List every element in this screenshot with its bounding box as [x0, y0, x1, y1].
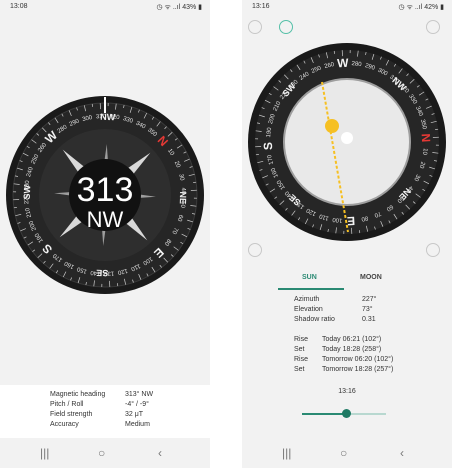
event-time: Tomorrow 06:20 (102°)	[322, 356, 394, 363]
cardinal-label: NE	[178, 191, 188, 204]
info-label: Pitch / Roll	[50, 401, 84, 408]
add-icon[interactable]	[426, 20, 440, 34]
sun-screen: 13:16 ◷ ᯤ ..ıl 42% ▮ 10 20 30 40 50 60 70 80 100…	[242, 0, 452, 468]
cardinal-label: NW	[100, 112, 116, 123]
shadow-ratio-label: Shadow ratio	[294, 316, 335, 323]
slider-thumb[interactable]	[342, 409, 351, 418]
info-row: Pitch / Roll -4° / -9°	[0, 401, 210, 410]
azimuth-label: Azimuth	[294, 296, 320, 303]
status-time: 13:16	[252, 3, 270, 10]
heading-degrees: 313	[77, 171, 134, 209]
tab-moon[interactable]: MOON	[360, 274, 382, 281]
elevation-value: 73°	[362, 306, 373, 313]
sun-event-row: Rise Tomorrow 06:20 (102°)	[242, 356, 452, 365]
info-label: Field strength	[50, 411, 93, 418]
event-time: Today 18:28 (258°)	[322, 346, 382, 353]
cardinal-label: E	[347, 214, 356, 228]
camera-icon[interactable]	[248, 243, 262, 257]
info-row: Accuracy Medium	[0, 421, 210, 430]
info-value: 32 μT	[125, 411, 144, 418]
system-nav-bar: ||| ○ ‹	[242, 438, 452, 468]
shadow-ratio-value: 0.31	[362, 316, 376, 323]
info-value: 313° NW	[125, 391, 154, 398]
cardinal-label: W	[337, 56, 350, 71]
chevron-down-icon[interactable]	[426, 243, 440, 257]
sun-event-row: Rise Today 06:21 (102°)	[242, 336, 452, 345]
sun-event-row: Set Today 18:28 (258°)	[242, 346, 452, 355]
event-type: Set	[294, 366, 305, 373]
cardinal-label: N	[419, 133, 433, 142]
sun-icon	[325, 119, 339, 133]
azimuth-value: 227°	[362, 296, 377, 303]
info-row: Field strength 32 μT	[0, 411, 210, 420]
sun-moon-tabs: SUN MOON	[242, 268, 452, 292]
sun-event-row: Set Tomorrow 18:28 (257°)	[242, 366, 452, 375]
compass-mode-icon[interactable]	[279, 20, 293, 34]
cardinal-label: SW	[22, 184, 33, 199]
moon-icon	[341, 132, 353, 144]
compass-dial[interactable]: 1020304050607080100110120130140150160170…	[5, 95, 205, 295]
event-time: Tomorrow 18:28 (257°)	[322, 366, 394, 373]
sun-row: Elevation 73°	[242, 306, 452, 315]
home-icon[interactable]: ○	[98, 446, 105, 460]
status-indicators: ◷ ᯤ ..ıl 43% ▮	[156, 4, 202, 11]
info-value: -4° / -9°	[125, 401, 149, 408]
info-value: Medium	[125, 421, 150, 428]
recent-apps-icon[interactable]: |||	[40, 446, 49, 460]
screenshot-pair: 13:08 ◷ ᯤ ..ıl 43% ▮ 10 20 30 40 50 60 70 80 100…	[0, 0, 452, 468]
compass-screen: 13:08 ◷ ᯤ ..ıl 43% ▮ 10 20 30 40 50 60 70 80 100…	[0, 0, 210, 468]
active-tab-indicator	[278, 288, 344, 290]
sensor-info-panel: Magnetic heading 313° NW Pitch / Roll -4…	[0, 385, 210, 438]
cardinal-label: S	[261, 142, 275, 151]
event-type: Rise	[294, 356, 309, 363]
sun-row: Shadow ratio 0.31	[242, 316, 452, 325]
event-time: Today 06:21 (102°)	[322, 336, 382, 343]
settings-icon[interactable]	[248, 20, 262, 34]
cardinal-label: SE	[96, 268, 108, 278]
event-type: Rise	[294, 336, 309, 343]
back-icon[interactable]: ‹	[158, 446, 162, 460]
degree-label: 280	[351, 61, 362, 68]
back-icon[interactable]: ‹	[400, 446, 404, 460]
info-row: Magnetic heading 313° NW	[0, 391, 210, 400]
info-label: Magnetic heading	[50, 391, 106, 398]
slider-fill	[302, 413, 346, 415]
info-label: Accuracy	[50, 421, 79, 428]
status-time: 13:08	[10, 3, 28, 10]
heading-cardinal: NW	[87, 207, 124, 232]
tab-sun[interactable]: SUN	[302, 274, 317, 281]
recent-apps-icon[interactable]: |||	[282, 446, 291, 460]
status-bar: 13:16 ◷ ᯤ ..ıl 42% ▮	[242, 0, 452, 14]
sun-row: Azimuth 227°	[242, 296, 452, 305]
status-indicators: ◷ ᯤ ..ıl 42% ▮	[398, 4, 444, 11]
sun-dial[interactable]: 1020304050607080100110120130140150160170…	[247, 42, 447, 242]
status-bar: 13:08 ◷ ᯤ ..ıl 43% ▮	[0, 0, 210, 14]
slider-time-label: 13:16	[338, 388, 356, 395]
degree-label: 100	[332, 216, 343, 223]
time-slider[interactable]	[302, 408, 386, 420]
system-nav-bar: ||| ○ ‹	[0, 438, 210, 468]
home-icon[interactable]: ○	[340, 446, 347, 460]
event-type: Set	[294, 346, 305, 353]
elevation-label: Elevation	[294, 306, 323, 313]
